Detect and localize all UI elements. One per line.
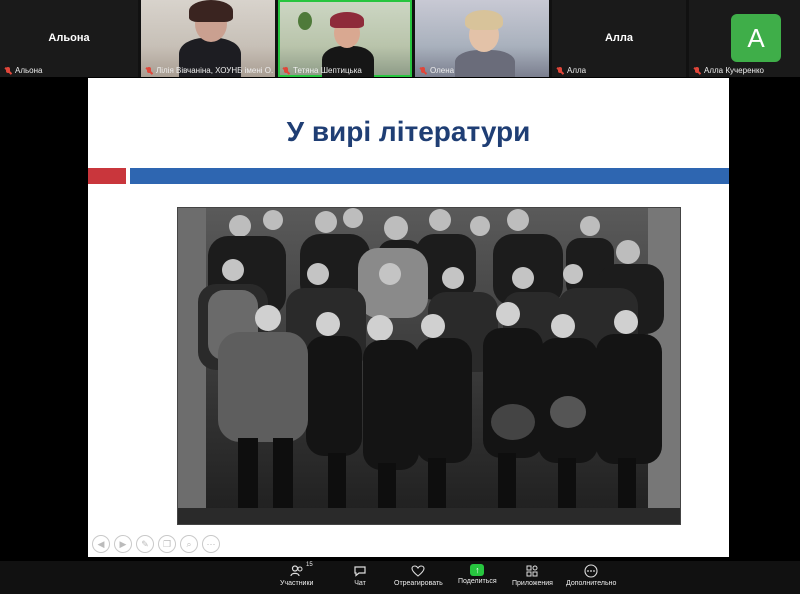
mic-muted-icon [282,66,290,75]
participant-name-label: Алла [556,66,586,75]
title-accent-bar-red [88,168,126,184]
participant-name-label: Олена [419,66,454,75]
participant-name: Алла [567,66,587,75]
more-icon[interactable]: ⋯ [202,535,220,553]
share-label: Поделиться [458,578,497,585]
participant-name-label: Альона [4,66,43,75]
participant-name-label: Алла Кучеренко [693,66,764,75]
mic-muted-icon [419,66,427,75]
participant-name: Олена [430,66,455,75]
participants-label: Участники [280,580,314,587]
participants-icon: 15 [289,562,313,578]
apps-label: Приложения [512,580,553,587]
slide-title: У вирі літератури [286,116,531,147]
apps-icon [524,564,540,578]
participant-video [455,50,515,77]
avatar: A [731,14,781,62]
react-label: Отреагировать [394,580,443,587]
zoom-icon[interactable]: ⌕ [180,535,198,553]
apps-button[interactable]: Приложения [512,564,553,587]
more-label: Дополнительно [566,580,617,587]
participant-name: Альона [15,66,43,75]
participant-name: Алла Кучеренко [704,66,764,75]
participant-name-label: Тетяна Шептицька [282,66,362,75]
participant-tile-6[interactable]: A Алла Кучеренко [689,0,800,77]
participant-strip: Альона Альона Лілія Вівчаніна, ХОУНБ іме… [0,0,800,77]
react-button[interactable]: Отреагировать [394,564,443,587]
heart-icon [410,564,426,578]
share-button[interactable]: ↑ Поделиться [458,564,497,585]
participant-name: Лілія Вівчаніна, ХОУНБ імені О... [156,66,273,75]
participant-tile-2[interactable]: Лілія Вівчаніна, ХОУНБ імені О... [141,0,275,77]
share-screen-icon: ↑ [470,564,485,576]
copy-icon[interactable]: ❐ [158,535,176,553]
mic-muted-icon [4,66,12,75]
mic-muted-icon [556,66,564,75]
more-options-icon [583,564,599,578]
title-accent-bar-blue [130,168,729,184]
participant-hair [465,10,503,30]
back-icon[interactable]: ◀ [92,535,110,553]
participant-center-name: Алла [604,32,634,44]
participants-count: 15 [306,562,313,568]
chat-icon [352,564,368,578]
participant-hair [330,12,364,28]
participants-button[interactable]: 15 Участники [280,562,314,587]
participant-name-label: Лілія Вівчаніна, ХОУНБ імені О... [145,66,273,75]
group-photo-image [178,208,680,524]
pen-icon[interactable]: ✎ [136,535,154,553]
participant-tile-3[interactable]: Тетяна Шептицька [278,0,412,77]
participant-tile-4[interactable]: Олена [415,0,549,77]
participant-tile-1[interactable]: Альона Альона [0,0,138,77]
chat-label: Чат [354,580,366,587]
plant-decor [298,12,312,30]
mic-muted-icon [145,66,153,75]
participant-center-name: Альона [48,32,90,44]
meeting-toolbar: 15 Участники Чат Отреагировать ↑ Поделит… [0,561,800,594]
participant-hair [189,0,233,22]
more-button[interactable]: Дополнительно [566,564,616,587]
chat-button[interactable]: Чат [352,564,368,587]
mic-muted-icon [693,66,701,75]
slide-control-toolbar: ◀ ▶ ✎ ❐ ⌕ ⋯ [92,535,220,553]
shared-screen-slide: У вирі літератури ◀ ▶ ✎ ❐ ⌕ ⋯ [88,78,729,557]
participant-name: Тетяна Шептицька [293,66,362,75]
next-icon[interactable]: ▶ [114,535,132,553]
participant-tile-5[interactable]: Алла Алла [552,0,686,77]
historical-group-photo [177,207,681,525]
